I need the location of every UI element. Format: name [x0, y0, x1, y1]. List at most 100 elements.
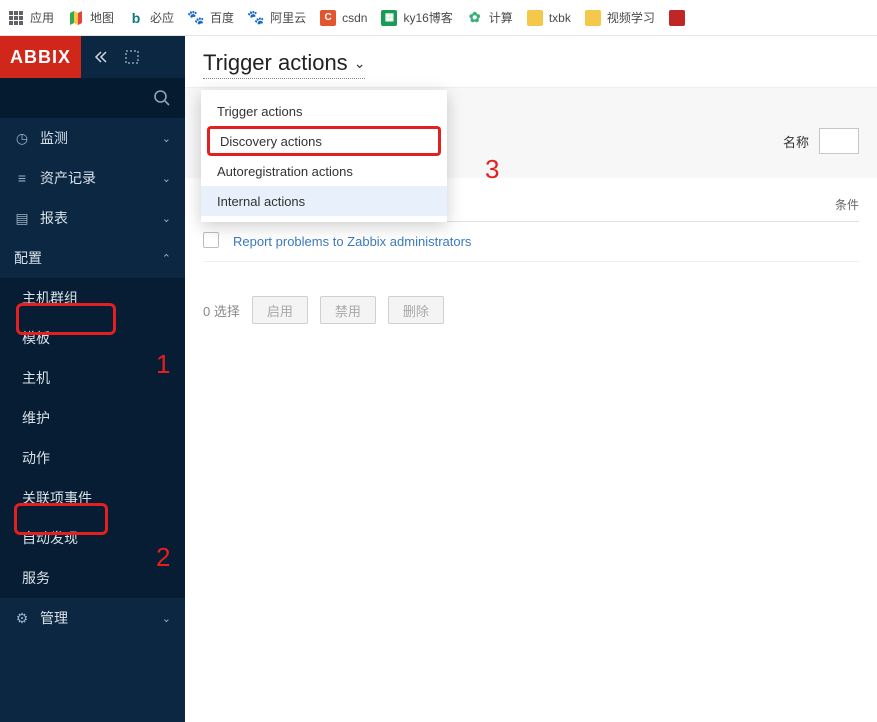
- bookmark-label: ky16博客: [403, 9, 452, 26]
- fullscreen-button[interactable]: [121, 46, 143, 68]
- apps-icon: [8, 10, 24, 26]
- aliyun-icon: 🐾: [248, 10, 264, 26]
- main-content: Trigger actions ⌄ Trigger actions Discov…: [185, 36, 877, 722]
- dropdown-item-discovery[interactable]: Discovery actions: [207, 126, 441, 156]
- folder-icon: [585, 10, 601, 26]
- page-title-dropdown-toggle[interactable]: Trigger actions ⌄: [203, 50, 365, 79]
- sidebar-subitem-maintenance[interactable]: 维护: [0, 398, 185, 438]
- bookmark-pdf[interactable]: [669, 10, 685, 26]
- sidebar-item-label: 管理: [40, 608, 68, 628]
- bookmark-label: 阿里云: [270, 9, 306, 26]
- monitor-icon: ◷: [14, 130, 30, 147]
- bing-icon: b: [128, 10, 144, 26]
- sidebar-item-asset[interactable]: ≡ 资产记录 ⌄: [0, 158, 185, 198]
- sidebar-item-report[interactable]: ▤ 报表 ⌄: [0, 198, 185, 238]
- sidebar-item-label: 配置: [14, 248, 42, 268]
- sidebar-menu: ◷ 监测 ⌄ ≡ 资产记录 ⌄ ▤ 报表 ⌄ 配置 ⌃ 主机群组 模板 主机: [0, 118, 185, 722]
- table-row: Report problems to Zabbix administrators: [203, 222, 859, 262]
- chevron-down-icon: ⌄: [162, 132, 171, 145]
- bookmark-map[interactable]: 地图: [68, 9, 114, 26]
- filter-name-input[interactable]: [819, 128, 859, 154]
- baidu-icon: 🐾: [188, 10, 204, 26]
- sidebar-subitem-hostgroup[interactable]: 主机群组: [0, 278, 185, 318]
- sidebar-item-config[interactable]: 配置 ⌃: [0, 238, 185, 278]
- sidebar-subitem-discovery[interactable]: 自动发现: [0, 518, 185, 558]
- sidebar-collapse-button[interactable]: [89, 45, 113, 69]
- bookmark-csdn[interactable]: C csdn: [320, 10, 367, 26]
- bookmark-ky16[interactable]: ▦ ky16博客: [381, 9, 452, 26]
- action-type-dropdown: Trigger actions Discovery actions Autore…: [201, 90, 447, 222]
- sidebar-item-label: 监测: [40, 128, 68, 148]
- sidebar-subitem-host[interactable]: 主机: [0, 358, 185, 398]
- bulk-actions-footer: 0 选择 启用 禁用 删除: [185, 272, 877, 348]
- dropdown-item-trigger[interactable]: Trigger actions: [201, 96, 447, 126]
- bookmark-bing[interactable]: b 必应: [128, 9, 174, 26]
- sidebar-item-admin[interactable]: ⚙ 管理 ⌄: [0, 598, 185, 638]
- app-container: ABBIX ◷ 监测 ⌄ ≡ 资产记录 ⌄: [0, 36, 877, 722]
- sidebar-subitem-actions[interactable]: 动作: [0, 438, 185, 478]
- bookmark-label: 视频学习: [607, 9, 655, 26]
- dropdown-item-label: Autoregistration actions: [217, 164, 353, 179]
- bookmark-label: 应用: [30, 9, 54, 26]
- bookmark-calc[interactable]: ✿ 计算: [467, 9, 513, 26]
- dropdown-item-label: Discovery actions: [220, 134, 322, 149]
- filter-name-label: 名称: [783, 132, 809, 151]
- csdn-icon: C: [320, 10, 336, 26]
- bookmark-txbk[interactable]: txbk: [527, 10, 571, 26]
- sidebar-header: ABBIX: [0, 36, 185, 78]
- dropdown-item-internal[interactable]: Internal actions: [201, 186, 447, 216]
- sidebar-subitem-label: 维护: [22, 408, 50, 428]
- report-icon: ▤: [14, 210, 30, 227]
- ky16-icon: ▦: [381, 10, 397, 26]
- chevron-down-icon: ⌄: [162, 172, 171, 185]
- bookmark-label: 百度: [210, 9, 234, 26]
- sidebar-subitem-label: 关联项事件: [22, 488, 92, 508]
- bookmark-label: 地图: [90, 9, 114, 26]
- bookmark-label: 必应: [150, 9, 174, 26]
- page-title: Trigger actions: [203, 50, 348, 76]
- search-icon[interactable]: [153, 89, 171, 107]
- page-header: Trigger actions ⌄: [185, 36, 877, 87]
- enable-button[interactable]: 启用: [252, 296, 308, 324]
- sidebar-subitem-correlation[interactable]: 关联项事件: [0, 478, 185, 518]
- bookmark-video[interactable]: 视频学习: [585, 9, 655, 26]
- sidebar-search[interactable]: [0, 78, 185, 118]
- bookmark-label: csdn: [342, 11, 367, 25]
- row-checkbox[interactable]: [203, 232, 219, 248]
- brand-logo[interactable]: ABBIX: [0, 36, 81, 78]
- chevron-down-icon: ⌄: [354, 55, 366, 72]
- dropdown-item-autoreg[interactable]: Autoregistration actions: [201, 156, 447, 186]
- sidebar-subitem-label: 主机: [22, 368, 50, 388]
- calc-icon: ✿: [467, 10, 483, 26]
- sidebar-config-submenu: 主机群组 模板 主机 维护 动作 关联项事件 自动发现 服务: [0, 278, 185, 598]
- sidebar-subitem-label: 模板: [22, 328, 50, 348]
- delete-button[interactable]: 删除: [388, 296, 444, 324]
- disable-button[interactable]: 禁用: [320, 296, 376, 324]
- bookmark-label: 计算: [489, 9, 513, 26]
- browser-bookmarks-bar: 应用 地图 b 必应 🐾 百度 🐾 阿里云 C csdn ▦ ky16博客 ✿ …: [0, 0, 877, 36]
- bookmark-aliyun[interactable]: 🐾 阿里云: [248, 9, 306, 26]
- column-header-label: 条件: [835, 198, 859, 212]
- sidebar-subitem-label: 服务: [22, 568, 50, 588]
- sidebar-subitem-label: 动作: [22, 448, 50, 468]
- column-header-condition[interactable]: 条件: [809, 196, 859, 213]
- sidebar-item-label: 资产记录: [40, 168, 96, 188]
- sidebar-item-label: 报表: [40, 208, 68, 228]
- folder-icon: [527, 10, 543, 26]
- map-icon: [68, 10, 84, 26]
- sidebar-item-monitor[interactable]: ◷ 监测 ⌄: [0, 118, 185, 158]
- action-name-link[interactable]: Report problems to Zabbix administrators: [233, 234, 471, 249]
- chevron-down-icon: ⌄: [162, 212, 171, 225]
- bookmark-baidu[interactable]: 🐾 百度: [188, 9, 234, 26]
- sidebar: ABBIX ◷ 监测 ⌄ ≡ 资产记录 ⌄: [0, 36, 185, 722]
- dropdown-item-label: Internal actions: [217, 194, 305, 209]
- chevron-down-icon: ⌄: [162, 612, 171, 625]
- bookmark-apps[interactable]: 应用: [8, 9, 54, 26]
- sidebar-subitem-label: 自动发现: [22, 528, 78, 548]
- pdf-icon: [669, 10, 685, 26]
- asset-icon: ≡: [14, 170, 30, 186]
- selected-count: 0 选择: [203, 301, 240, 320]
- sidebar-subitem-template[interactable]: 模板: [0, 318, 185, 358]
- bookmark-label: txbk: [549, 11, 571, 25]
- sidebar-subitem-services[interactable]: 服务: [0, 558, 185, 598]
